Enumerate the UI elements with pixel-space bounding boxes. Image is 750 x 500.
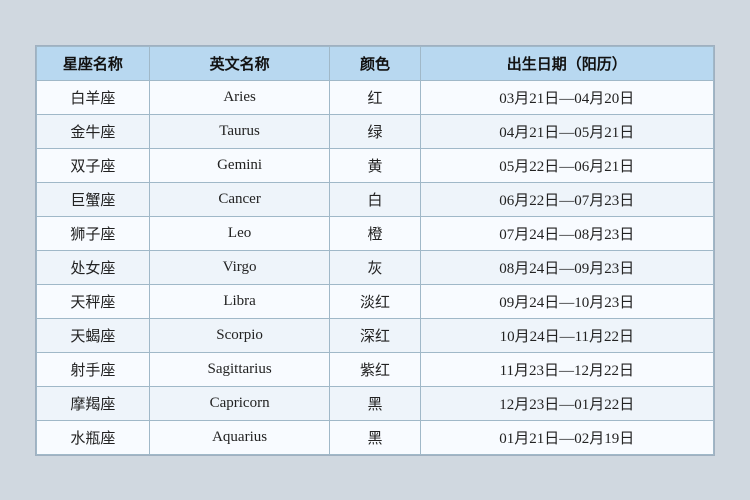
cell-en: Taurus <box>149 114 330 148</box>
cell-color: 灰 <box>330 250 420 284</box>
cell-date: 01月21日—02月19日 <box>420 420 713 454</box>
cell-date: 06月22日—07月23日 <box>420 182 713 216</box>
cell-zh: 巨蟹座 <box>37 182 150 216</box>
cell-en: Virgo <box>149 250 330 284</box>
cell-zh: 射手座 <box>37 352 150 386</box>
cell-zh: 金牛座 <box>37 114 150 148</box>
cell-zh: 双子座 <box>37 148 150 182</box>
cell-zh: 处女座 <box>37 250 150 284</box>
table-row: 白羊座Aries红03月21日—04月20日 <box>37 80 714 114</box>
table-row: 射手座Sagittarius紫红11月23日—12月22日 <box>37 352 714 386</box>
table-row: 天秤座Libra淡红09月24日—10月23日 <box>37 284 714 318</box>
cell-date: 07月24日—08月23日 <box>420 216 713 250</box>
table-row: 巨蟹座Cancer白06月22日—07月23日 <box>37 182 714 216</box>
cell-date: 11月23日—12月22日 <box>420 352 713 386</box>
table-row: 狮子座Leo橙07月24日—08月23日 <box>37 216 714 250</box>
header-date: 出生日期（阳历） <box>420 46 713 80</box>
cell-en: Cancer <box>149 182 330 216</box>
cell-color: 黄 <box>330 148 420 182</box>
cell-date: 04月21日—05月21日 <box>420 114 713 148</box>
zodiac-table: 星座名称 英文名称 颜色 出生日期（阳历） 白羊座Aries红03月21日—04… <box>36 46 714 455</box>
table-row: 双子座Gemini黄05月22日—06月21日 <box>37 148 714 182</box>
table-row: 水瓶座Aquarius黑01月21日—02月19日 <box>37 420 714 454</box>
header-color: 颜色 <box>330 46 420 80</box>
cell-date: 09月24日—10月23日 <box>420 284 713 318</box>
cell-color: 绿 <box>330 114 420 148</box>
cell-color: 红 <box>330 80 420 114</box>
cell-en: Aquarius <box>149 420 330 454</box>
cell-en: Leo <box>149 216 330 250</box>
zodiac-table-container: 星座名称 英文名称 颜色 出生日期（阳历） 白羊座Aries红03月21日—04… <box>35 45 715 456</box>
cell-zh: 天秤座 <box>37 284 150 318</box>
header-en: 英文名称 <box>149 46 330 80</box>
cell-en: Sagittarius <box>149 352 330 386</box>
cell-en: Gemini <box>149 148 330 182</box>
table-row: 金牛座Taurus绿04月21日—05月21日 <box>37 114 714 148</box>
table-header-row: 星座名称 英文名称 颜色 出生日期（阳历） <box>37 46 714 80</box>
cell-color: 白 <box>330 182 420 216</box>
cell-en: Libra <box>149 284 330 318</box>
cell-date: 12月23日—01月22日 <box>420 386 713 420</box>
cell-color: 黑 <box>330 420 420 454</box>
cell-en: Capricorn <box>149 386 330 420</box>
cell-color: 橙 <box>330 216 420 250</box>
cell-zh: 白羊座 <box>37 80 150 114</box>
cell-date: 05月22日—06月21日 <box>420 148 713 182</box>
table-row: 摩羯座Capricorn黑12月23日—01月22日 <box>37 386 714 420</box>
cell-date: 08月24日—09月23日 <box>420 250 713 284</box>
cell-date: 03月21日—04月20日 <box>420 80 713 114</box>
cell-color: 紫红 <box>330 352 420 386</box>
cell-date: 10月24日—11月22日 <box>420 318 713 352</box>
cell-en: Scorpio <box>149 318 330 352</box>
cell-zh: 天蝎座 <box>37 318 150 352</box>
cell-zh: 摩羯座 <box>37 386 150 420</box>
cell-color: 淡红 <box>330 284 420 318</box>
table-row: 处女座Virgo灰08月24日—09月23日 <box>37 250 714 284</box>
cell-color: 黑 <box>330 386 420 420</box>
header-zh: 星座名称 <box>37 46 150 80</box>
table-row: 天蝎座Scorpio深红10月24日—11月22日 <box>37 318 714 352</box>
cell-zh: 狮子座 <box>37 216 150 250</box>
cell-color: 深红 <box>330 318 420 352</box>
cell-zh: 水瓶座 <box>37 420 150 454</box>
cell-en: Aries <box>149 80 330 114</box>
